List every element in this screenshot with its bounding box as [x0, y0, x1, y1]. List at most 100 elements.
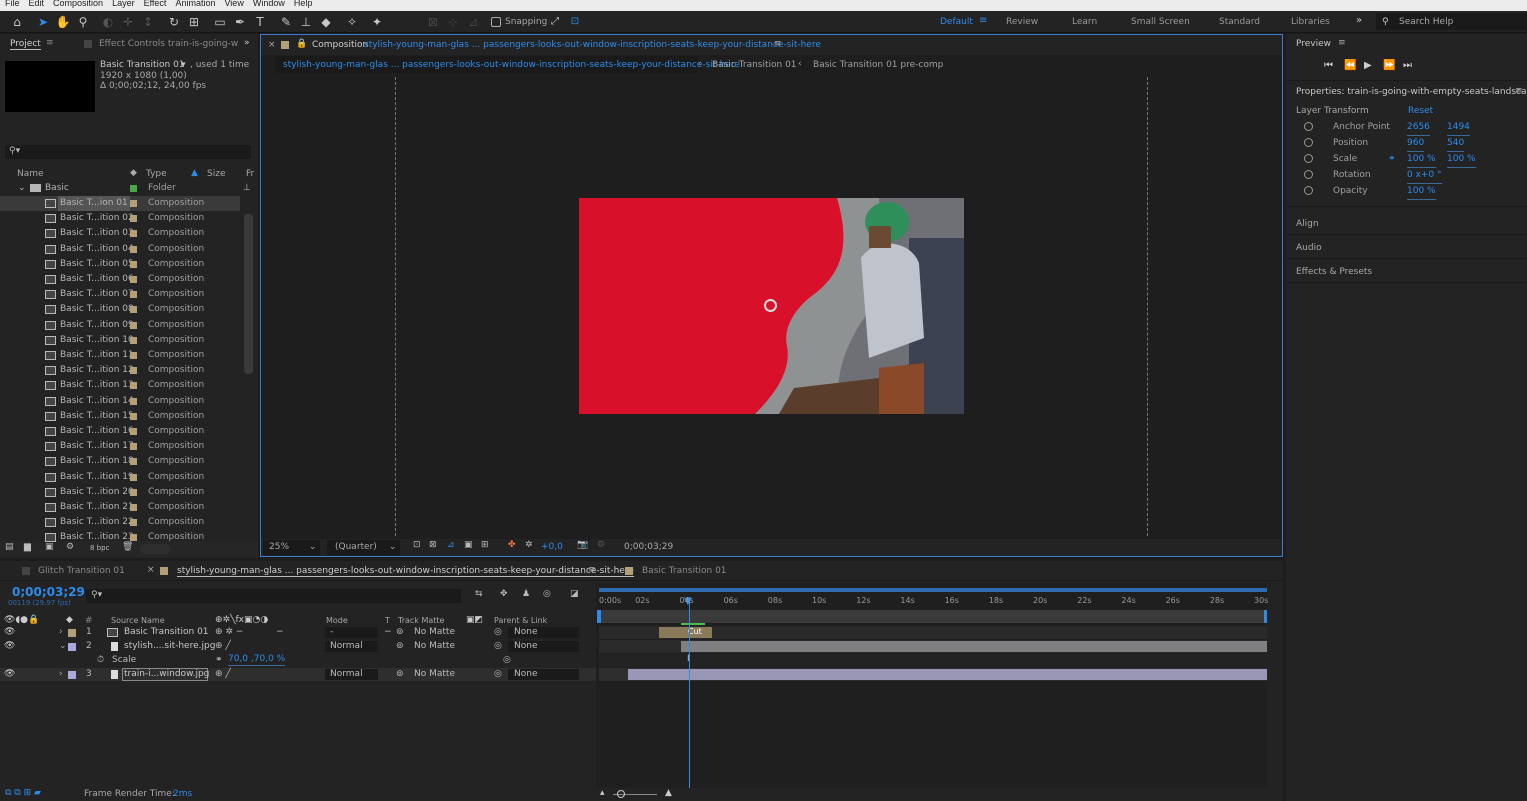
- layer-row-2[interactable]: 👁 ⌄ 2 stylish....sit-here.jpg ⊕ ╱ Normal…: [0, 640, 596, 653]
- layer-name[interactable]: train-i...window.jpg: [124, 668, 209, 681]
- project-item[interactable]: Basic T...ition 19 Composition: [0, 470, 240, 485]
- last-frame-icon[interactable]: ⏭: [1403, 60, 1412, 71]
- project-item[interactable]: Basic T...ition 15 Composition: [0, 409, 240, 424]
- snapshot-icon[interactable]: 📷: [577, 540, 588, 550]
- timeline-tab-basic[interactable]: Basic Transition 01: [642, 566, 727, 576]
- zoom-out-icon[interactable]: ▴: [600, 788, 605, 798]
- matte-link-icon[interactable]: ⊚: [396, 668, 404, 681]
- mask-visibility-icon[interactable]: ⊿: [447, 540, 455, 550]
- toggle-switches-icon[interactable]: ⧉ ⧉ ⊞ ▰: [5, 788, 41, 798]
- project-item[interactable]: Basic T...ition 21 Composition: [0, 500, 240, 515]
- clone-stamp-icon[interactable]: ⊥: [298, 14, 314, 30]
- cut-marker-label[interactable]: Cut: [688, 627, 702, 636]
- draft-3d-icon[interactable]: ✥: [500, 589, 508, 599]
- project-item[interactable]: Basic T...ition 20 Composition: [0, 485, 240, 500]
- navigator-start-handle[interactable]: [597, 610, 601, 623]
- label-color[interactable]: [130, 291, 137, 299]
- label-color[interactable]: [130, 321, 137, 329]
- tab-menu-icon[interactable]: ≡: [1338, 38, 1346, 48]
- next-frame-icon[interactable]: ⏩: [1383, 60, 1395, 71]
- flowchart-icon[interactable]: ⊥: [243, 181, 251, 196]
- search-help-label[interactable]: Search Help: [1399, 17, 1453, 27]
- label-color[interactable]: [68, 629, 76, 637]
- eye-icon[interactable]: 👁: [4, 626, 15, 639]
- property-value-2[interactable]: 100 %: [1447, 151, 1476, 168]
- timeline-timecode[interactable]: 0;00;03;29: [12, 585, 85, 599]
- stopwatch-icon[interactable]: [1304, 170, 1313, 179]
- chevron-right-icon[interactable]: ›: [59, 626, 63, 639]
- scale-property-row[interactable]: ⏱ Scale ⚭ 70,0 ,70,0 % ◎: [0, 654, 596, 667]
- track-matte-dropdown[interactable]: No Matte: [414, 640, 455, 653]
- current-time-indicator[interactable]: [689, 597, 690, 788]
- project-item[interactable]: Basic T...ition 06 Composition: [0, 272, 240, 287]
- collapse-transform-icon[interactable]: ⊕ ╱: [215, 640, 231, 653]
- label-color[interactable]: [130, 534, 137, 542]
- label-color[interactable]: [130, 428, 137, 435]
- composition-mini-flowchart-icon[interactable]: ⇆: [475, 589, 483, 599]
- label-color[interactable]: [130, 458, 137, 466]
- more-panels-icon[interactable]: »: [244, 38, 250, 48]
- play-icon[interactable]: ▶: [1364, 60, 1372, 71]
- breadcrumb-current[interactable]: stylish-young-man-glas ... passengers-lo…: [283, 60, 740, 70]
- time-navigator[interactable]: [599, 610, 1267, 623]
- label-color[interactable]: [130, 200, 137, 207]
- project-item[interactable]: Basic T...ition 13 Composition: [0, 378, 240, 393]
- pick-whip-icon[interactable]: ◎: [494, 640, 502, 653]
- menu-layer[interactable]: Layer: [112, 0, 135, 8]
- exposure-reset-icon[interactable]: ✲: [525, 540, 533, 550]
- workspace-menu-icon[interactable]: ≡: [979, 15, 987, 26]
- property-value-1[interactable]: 100 %: [1407, 183, 1436, 200]
- label-color[interactable]: [130, 215, 137, 223]
- close-icon[interactable]: ×: [147, 565, 155, 575]
- label-color[interactable]: [130, 488, 137, 496]
- layer-row-1[interactable]: 👁 › 1 Basic Transition 01 ⊕ ✲ − − - − ⊚ …: [0, 626, 596, 639]
- transparency-grid-icon[interactable]: ⊠: [429, 540, 437, 550]
- grid-guides-icon[interactable]: ⊞: [481, 540, 489, 550]
- matte-link-icon[interactable]: ⊚: [396, 640, 404, 653]
- label-tag-icon[interactable]: ◆: [66, 615, 73, 625]
- label-color[interactable]: [130, 504, 137, 511]
- label-tag-icon[interactable]: ◆: [130, 168, 137, 178]
- stopwatch-icon[interactable]: [1304, 154, 1313, 163]
- menu-composition[interactable]: Composition: [53, 0, 103, 8]
- project-item[interactable]: Basic T...ition 04 Composition: [0, 242, 240, 257]
- property-value-1[interactable]: 0 x+0 °: [1407, 167, 1442, 184]
- pick-whip-icon[interactable]: ◎: [503, 654, 511, 667]
- project-item[interactable]: Basic T...ition 03 Composition: [0, 226, 240, 241]
- project-item[interactable]: Basic T...ition 17 Composition: [0, 439, 240, 454]
- stopwatch-icon[interactable]: [1304, 138, 1313, 147]
- label-color[interactable]: [130, 473, 137, 481]
- tab-menu-icon[interactable]: ≡: [1515, 86, 1523, 96]
- previous-frame-icon[interactable]: ⏪: [1344, 60, 1356, 71]
- current-time[interactable]: 0;00;03;29: [624, 542, 673, 552]
- workspace-small-screen[interactable]: Small Screen: [1131, 17, 1190, 27]
- dolly-camera-icon[interactable]: ↕: [140, 14, 156, 30]
- dropdown-arrow-icon[interactable]: ▾: [181, 60, 186, 70]
- breadcrumb-parent[interactable]: Basic Transition 01: [712, 60, 797, 70]
- workspace-libraries[interactable]: Libraries: [1291, 17, 1330, 27]
- project-item[interactable]: Basic T...ition 11 Composition: [0, 348, 240, 363]
- zoom-in-icon[interactable]: ▲: [665, 788, 672, 798]
- label-color[interactable]: [130, 276, 137, 283]
- selection-tool-icon[interactable]: ➤: [35, 14, 51, 30]
- workspace-learn[interactable]: Learn: [1072, 17, 1097, 27]
- pick-whip-icon[interactable]: ◎: [494, 626, 502, 639]
- tab-menu-icon[interactable]: ≡: [46, 38, 54, 48]
- property-value-1[interactable]: 100 %: [1407, 151, 1436, 168]
- anchor-point-icon[interactable]: [764, 299, 777, 312]
- rectangle-tool-icon[interactable]: ▭: [212, 14, 228, 30]
- column-size[interactable]: Size: [207, 169, 225, 179]
- project-search-input[interactable]: [5, 145, 251, 159]
- color-channels-icon[interactable]: ✤: [508, 540, 516, 550]
- label-color[interactable]: [130, 443, 137, 451]
- source-name-header[interactable]: Source Name: [111, 616, 165, 625]
- label-color[interactable]: [68, 671, 76, 679]
- home-icon[interactable]: ⌂: [9, 14, 25, 30]
- region-of-interest-icon[interactable]: ▣: [464, 540, 473, 550]
- label-color[interactable]: [130, 185, 137, 192]
- menu-window[interactable]: Window: [253, 0, 285, 8]
- first-frame-icon[interactable]: ⏮: [1324, 60, 1333, 71]
- composition-tab-name[interactable]: stylish-young-man-glas ... passengers-lo…: [364, 40, 821, 50]
- timeline-tab-active[interactable]: stylish-young-man-glas ... passengers-lo…: [177, 566, 634, 577]
- collapse-transform-icon[interactable]: ⊕ ╱: [215, 668, 231, 681]
